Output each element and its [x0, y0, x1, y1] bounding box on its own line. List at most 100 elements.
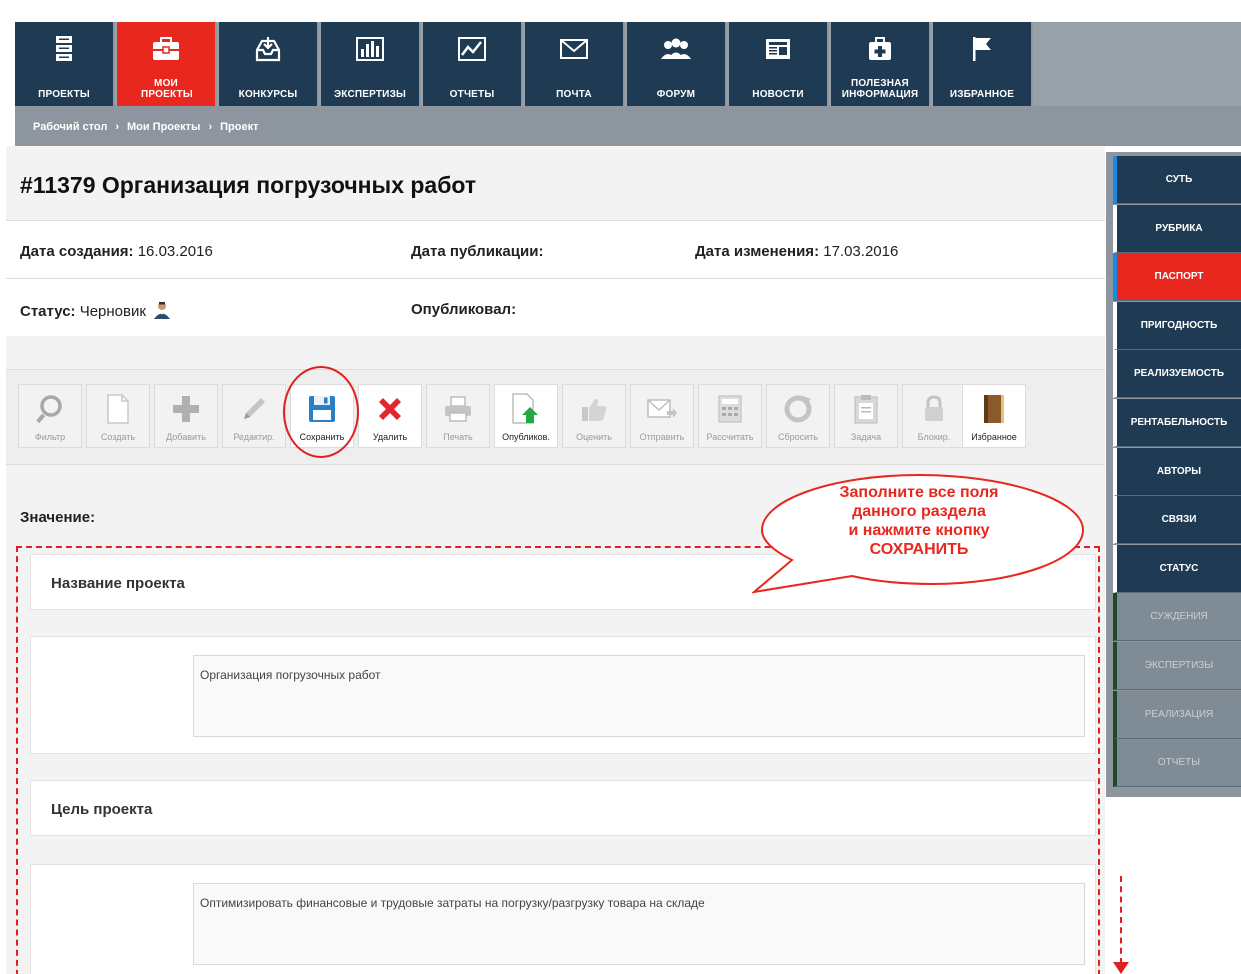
red-x-icon — [359, 391, 421, 427]
button-label: Рассчитать — [706, 432, 754, 442]
calculate-button[interactable]: Рассчитать — [698, 384, 762, 448]
button-label: Сбросить — [777, 432, 818, 442]
flag-icon — [933, 32, 1031, 66]
nav-item-label: НОВОСТИ — [752, 89, 804, 100]
magnifier-icon — [19, 391, 81, 427]
user-avatar-icon — [153, 301, 171, 323]
side-navigation: СУТЬ РУБРИКА ПАСПОРТ ПРИГОДНОСТЬ РЕАЛИЗУ… — [1106, 152, 1241, 797]
nav-item-contests[interactable]: КОНКУРСЫ — [219, 22, 319, 106]
side-item-opinions: СУЖДЕНИЯ — [1113, 593, 1241, 642]
side-item-rubric[interactable]: РУБРИКА — [1113, 204, 1241, 253]
printer-icon — [427, 391, 489, 427]
button-label: Редактир. — [233, 432, 275, 442]
toolbar: Фильтр Создать Добавить Редактир. Сохран… — [6, 369, 1105, 465]
button-label: Блокир. — [917, 432, 951, 442]
reset-button[interactable]: Сбросить — [766, 384, 830, 448]
callout-line: Заполните все поля — [839, 484, 999, 501]
bar-chart-icon — [321, 32, 419, 66]
side-item-essence[interactable]: СУТЬ — [1113, 156, 1241, 204]
favorites-button[interactable]: Избранное — [962, 384, 1026, 448]
clipboard-icon — [835, 391, 897, 427]
callout-line: СОХРАНИТЬ — [869, 541, 969, 558]
nav-item-label: МОИ ПРОЕКТЫ — [141, 78, 193, 100]
print-button[interactable]: Печать — [426, 384, 490, 448]
arrow-down-icon — [1113, 962, 1129, 974]
callout-text: Заполните все поля данного раздела и наж… — [784, 483, 1054, 559]
medkit-icon — [831, 32, 929, 66]
breadcrumb-item-my-projects[interactable]: Мои Проекты — [127, 121, 200, 133]
value-label: Значение: — [20, 509, 96, 526]
nav-item-reports[interactable]: ОТЧЕТЫ — [423, 22, 523, 106]
line-chart-icon — [423, 32, 521, 66]
top-navigation: ПРОЕКТЫ МОИ ПРОЕКТЫ КОНКУРСЫ ЭКСПЕРТИЗЫ … — [15, 22, 1241, 106]
plus-icon — [155, 391, 217, 427]
inbox-download-icon — [219, 32, 317, 66]
callout-line: данного раздела — [852, 503, 986, 520]
rate-button[interactable]: Оценить — [562, 384, 626, 448]
side-item-authors[interactable]: АВТОРЫ — [1113, 447, 1241, 496]
send-mail-icon — [631, 391, 693, 427]
page-title: #11379 Организация погрузочных работ — [20, 172, 477, 198]
modified-date: Дата изменения: 17.03.2016 — [695, 243, 899, 260]
lock-icon — [903, 391, 965, 427]
button-label: Оценить — [576, 432, 612, 442]
nav-item-label: ИЗБРАННОЕ — [949, 89, 1015, 100]
book-icon — [963, 391, 1025, 427]
side-item-expertise: ЭКСПЕРТИЗЫ — [1113, 641, 1241, 690]
side-item-profitability[interactable]: РЕНТАБЕЛЬНОСТЬ — [1113, 398, 1241, 447]
info-row-status: Статус: Черновик Опубликовал: — [6, 278, 1105, 336]
task-button[interactable]: Задача — [834, 384, 898, 448]
nav-item-useful-info[interactable]: ПОЛЕЗНАЯ ИНФОРМАЦИЯ — [831, 22, 931, 106]
button-label: Печать — [443, 432, 473, 442]
fill-area-dashed-frame — [16, 546, 1100, 974]
envelope-icon — [525, 32, 623, 66]
button-label: Создать — [100, 432, 136, 442]
delete-button[interactable]: Удалить — [358, 384, 422, 448]
nav-item-label: ОТЧЕТЫ — [449, 89, 495, 100]
side-item-links[interactable]: СВЯЗИ — [1113, 496, 1241, 545]
nav-item-expertise[interactable]: ЭКСПЕРТИЗЫ — [321, 22, 421, 106]
breadcrumb-item-desktop[interactable]: Рабочий стол — [33, 121, 107, 133]
send-button[interactable]: Отправить — [630, 384, 694, 448]
briefcase-icon — [117, 32, 215, 66]
calculator-icon — [699, 391, 761, 427]
nav-item-mail[interactable]: ПОЧТА — [525, 22, 625, 106]
breadcrumb-separator: › — [208, 121, 213, 133]
nav-item-label: ПОЧТА — [556, 89, 592, 100]
nav-item-label: ФОРУМ — [656, 89, 696, 100]
nav-item-label: ПОЛЕЗНАЯ ИНФОРМАЦИЯ — [841, 78, 919, 100]
info-row-dates: Дата создания: 16.03.2016 Дата публикаци… — [6, 220, 1105, 278]
publish-button[interactable]: Опубликов. — [494, 384, 558, 448]
button-label: Опубликов. — [502, 432, 550, 442]
nav-item-projects[interactable]: ПРОЕКТЫ — [15, 22, 115, 106]
side-item-implementation: РЕАЛИЗАЦИЯ — [1113, 690, 1241, 739]
side-item-suitability[interactable]: ПРИГОДНОСТЬ — [1113, 301, 1241, 350]
created-date: Дата создания: 16.03.2016 — [20, 243, 213, 260]
edit-button[interactable]: Редактир. — [222, 384, 286, 448]
nav-item-favorites[interactable]: ИЗБРАННОЕ — [933, 22, 1033, 106]
callout-line: и нажмите кнопку — [848, 522, 990, 539]
filter-button[interactable]: Фильтр — [18, 384, 82, 448]
create-button[interactable]: Создать — [86, 384, 150, 448]
project-status: Статус: Черновик — [20, 301, 171, 323]
nav-item-news[interactable]: НОВОСТИ — [729, 22, 829, 106]
side-item-status[interactable]: СТАТУС — [1113, 544, 1241, 593]
side-item-feasibility[interactable]: РЕАЛИЗУЕМОСТЬ — [1113, 350, 1241, 399]
nav-item-forum[interactable]: ФОРУМ — [627, 22, 727, 106]
publisher: Опубликовал: — [411, 301, 517, 318]
breadcrumb: Рабочий стол › Мои Проекты › Проект — [15, 106, 1241, 146]
blank-page-icon — [87, 391, 149, 427]
thumbs-up-icon — [563, 391, 625, 427]
add-button[interactable]: Добавить — [154, 384, 218, 448]
server-icon — [15, 32, 113, 66]
breadcrumb-separator: › — [115, 121, 119, 133]
nav-item-my-projects[interactable]: МОИ ПРОЕКТЫ — [117, 22, 217, 106]
side-item-reports: ОТЧЕТЫ — [1113, 739, 1241, 788]
scroll-hint-dashed-line — [1120, 876, 1122, 964]
newspaper-icon — [729, 32, 827, 66]
button-label: Задача — [850, 432, 882, 442]
side-item-passport[interactable]: ПАСПОРТ — [1113, 253, 1241, 302]
save-highlight-circle — [283, 366, 359, 458]
lock-button[interactable]: Блокир. — [902, 384, 966, 448]
refresh-icon — [767, 391, 829, 427]
